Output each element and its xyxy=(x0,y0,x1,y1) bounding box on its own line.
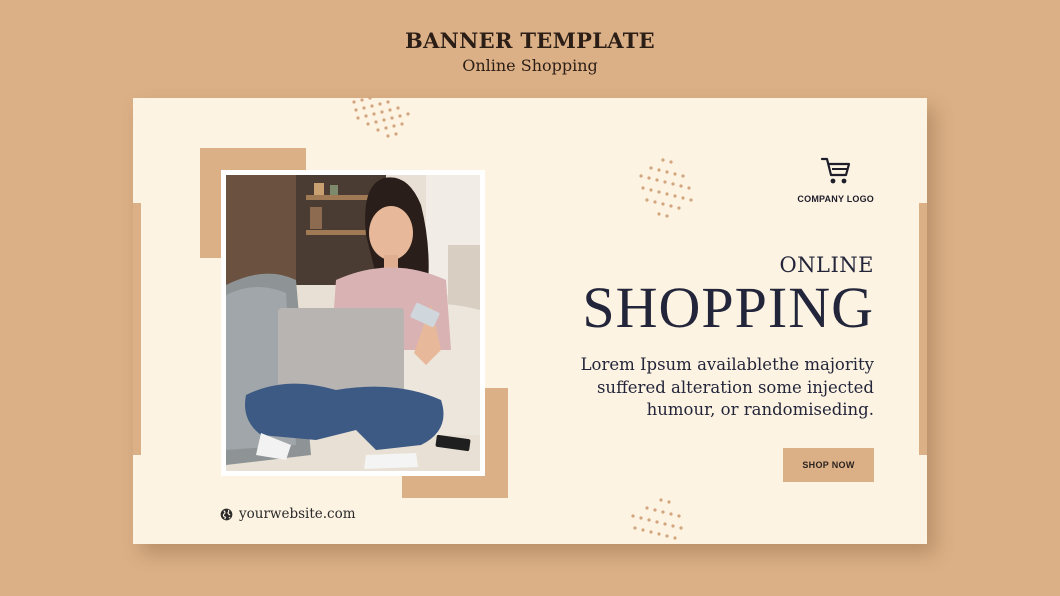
page-title: BANNER TEMPLATE xyxy=(405,28,655,53)
body-line: humour, or randomiseding. xyxy=(646,400,874,419)
dot-pattern-top xyxy=(352,96,410,138)
photo-frame xyxy=(221,170,485,476)
dot-pattern-right xyxy=(639,158,693,218)
right-accent-bar xyxy=(919,203,927,455)
page-header: BANNER TEMPLATE Online Shopping xyxy=(0,28,1060,75)
website-url[interactable]: yourwebsite.com xyxy=(239,506,356,522)
body-line: Lorem Ipsum availablethe majority xyxy=(580,355,874,374)
banner-body-text: Lorem Ipsum availablethe majority suffer… xyxy=(544,354,874,422)
dot-pattern-bottom xyxy=(631,498,683,540)
banner-headline: SHOPPING xyxy=(582,275,874,340)
shop-now-button[interactable]: SHOP NOW xyxy=(783,448,874,482)
globe-icon xyxy=(220,508,233,520)
banner-card: COMPANY LOGO ONLINE SHOPPING Lorem Ipsum… xyxy=(133,96,927,544)
left-accent-bar xyxy=(133,203,141,455)
body-line: suffered alteration some injected xyxy=(596,377,874,397)
shopping-cart-icon xyxy=(820,157,850,184)
photo-illustration xyxy=(226,175,480,471)
banner-copy: ONLINE SHOPPING Lorem Ipsum availablethe… xyxy=(544,253,874,422)
woman-with-laptop-photo xyxy=(226,175,480,471)
company-logo: COMPANY LOGO xyxy=(797,156,874,204)
banner-kicker: ONLINE xyxy=(779,253,874,277)
company-logo-text: COMPANY LOGO xyxy=(797,194,874,204)
page-subtitle: Online Shopping xyxy=(462,56,598,75)
website-link[interactable]: yourwebsite.com xyxy=(220,506,356,522)
